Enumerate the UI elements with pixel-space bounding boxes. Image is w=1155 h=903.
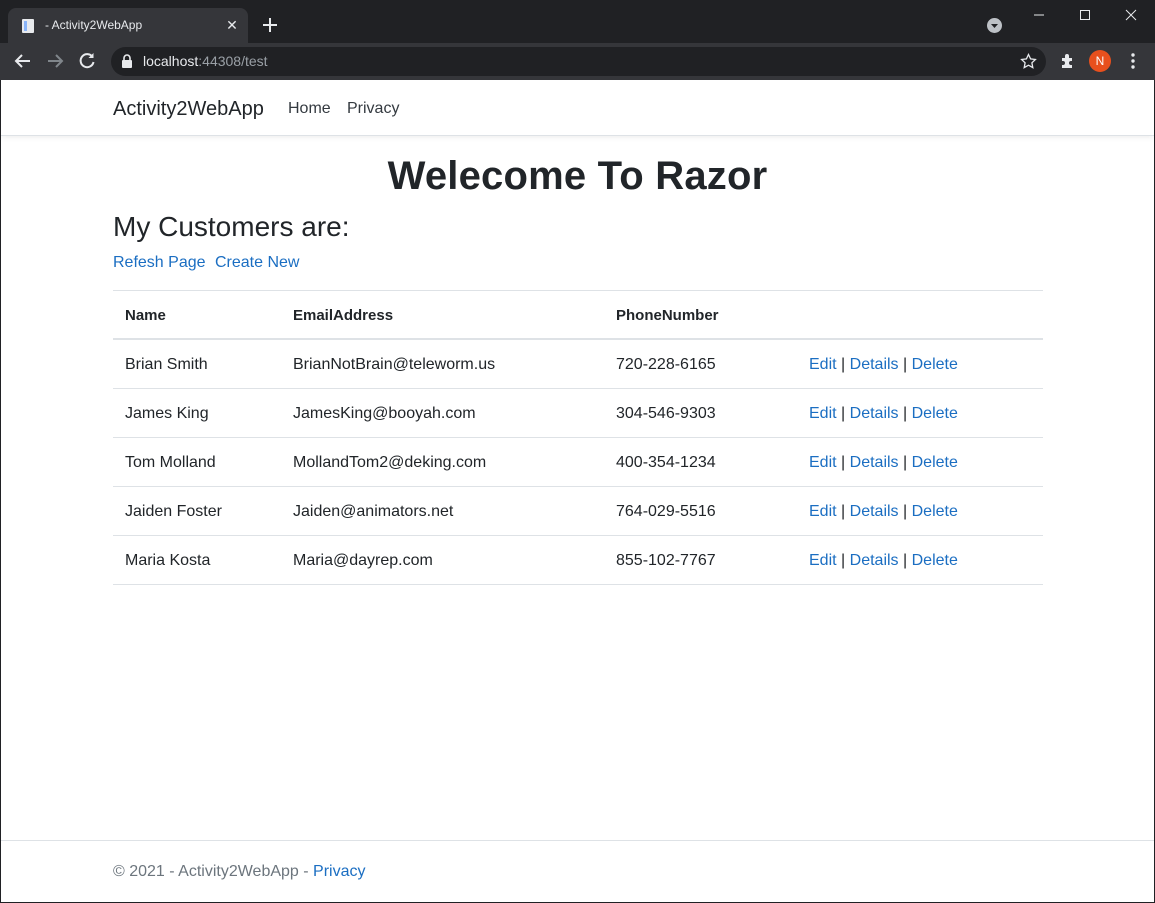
footer: © 2021 - Activity2WebApp - Privacy [1,840,1154,902]
page-viewport: Activity2WebApp Home Privacy Welecome To… [1,80,1154,902]
url-host: localhost [143,53,199,69]
table-header-row: Name EmailAddress PhoneNumber [113,290,1043,340]
cell-name: Jaiden Foster [125,503,222,520]
navbar-brand[interactable]: Activity2WebApp [113,98,264,121]
row-actions: Edit | Details | Delete [809,356,958,374]
lock-icon[interactable] [121,54,133,68]
cell-email: Maria@dayrep.com [293,552,433,569]
page-title: Welecome To Razor [387,154,768,198]
copyright-text: © 2021 - Activity2WebApp - [113,863,314,880]
cell-email: BrianNotBrain@teleworm.us [293,356,496,373]
cell-email: MollandTom2@deking.com [293,454,487,471]
cell-phone: 764-029-5516 [616,503,716,520]
header-name: Name [125,307,166,324]
close-tab-icon[interactable]: ✕ [222,15,242,35]
browser-titlebar: - Activity2WebApp ✕ [0,0,1155,43]
edit-link[interactable]: Edit [809,552,837,569]
edit-link[interactable]: Edit [809,356,837,373]
table-row: Jaiden Foster Jaiden@animators.net 764-0… [113,487,1043,536]
navbar: Activity2WebApp Home Privacy [1,80,1154,136]
cell-phone: 855-102-7767 [616,552,716,569]
tab-search-icon[interactable] [986,17,1003,34]
forward-arrow-icon[interactable] [44,50,66,72]
edit-link[interactable]: Edit [809,454,837,471]
edit-link[interactable]: Edit [809,405,837,422]
page-icon [22,19,34,33]
browser-menu-icon[interactable] [1122,50,1144,72]
details-link[interactable]: Details [850,503,899,520]
separator: | [903,356,908,373]
table-row: Tom Molland MollandTom2@deking.com 400-3… [113,438,1043,487]
separator: | [903,454,908,471]
refresh-page-link[interactable]: Refesh Page [113,254,206,272]
row-actions: Edit | Details | Delete [809,552,958,570]
cell-name: Brian Smith [125,356,208,373]
details-link[interactable]: Details [850,405,899,422]
nav-link-home[interactable]: Home [288,100,331,118]
separator: | [903,552,908,569]
create-new-link[interactable]: Create New [215,254,299,272]
cell-name: James King [125,405,209,422]
section-heading: My Customers are: [113,211,350,242]
footer-text: © 2021 - Activity2WebApp - Privacy [113,863,365,881]
header-phone: PhoneNumber [616,307,719,324]
profile-avatar[interactable]: N [1089,50,1111,72]
browser-tab[interactable]: - Activity2WebApp ✕ [8,8,248,43]
new-tab-icon[interactable] [258,13,282,37]
row-actions: Edit | Details | Delete [809,503,958,521]
table-row: Maria Kosta Maria@dayrep.com 855-102-776… [113,536,1043,585]
delete-link[interactable]: Delete [912,552,958,569]
separator: | [841,454,846,471]
separator: | [841,552,846,569]
customers-table: Name EmailAddress PhoneNumber Brian Smit… [113,290,1043,585]
maximize-icon[interactable] [1062,0,1108,30]
footer-privacy-link[interactable]: Privacy [313,863,365,880]
address-bar[interactable]: localhost:44308/test [111,47,1046,76]
cell-name: Tom Molland [125,454,216,471]
table-row: James King JamesKing@booyah.com 304-546-… [113,389,1043,438]
row-actions: Edit | Details | Delete [809,454,958,472]
separator: | [841,503,846,520]
tab-title: - Activity2WebApp [45,18,143,32]
separator: | [841,405,846,422]
reload-icon[interactable] [76,50,98,72]
back-arrow-icon[interactable] [12,50,34,72]
table-row: Brian Smith BrianNotBrain@teleworm.us 72… [113,340,1043,389]
details-link[interactable]: Details [850,356,899,373]
cell-name: Maria Kosta [125,552,211,569]
separator: | [841,356,846,373]
delete-link[interactable]: Delete [912,356,958,373]
separator: | [903,503,908,520]
browser-toolbar: localhost:44308/test [0,43,1155,80]
delete-link[interactable]: Delete [912,405,958,422]
edit-link[interactable]: Edit [809,503,837,520]
close-window-icon[interactable] [1108,0,1154,30]
cell-email: Jaiden@animators.net [293,503,454,520]
header-email: EmailAddress [293,307,394,324]
delete-link[interactable]: Delete [912,503,958,520]
cell-phone: 720-228-6165 [616,356,716,373]
delete-link[interactable]: Delete [912,454,958,471]
url-path: :44308/test [198,53,268,69]
row-actions: Edit | Details | Delete [809,405,958,423]
cell-phone: 400-354-1234 [616,454,716,471]
minimize-icon[interactable] [1016,0,1062,30]
cell-email: JamesKing@booyah.com [293,405,476,422]
extensions-puzzle-icon[interactable] [1057,50,1079,72]
nav-link-privacy[interactable]: Privacy [347,100,399,118]
separator: | [903,405,908,422]
cell-phone: 304-546-9303 [616,405,716,422]
details-link[interactable]: Details [850,552,899,569]
url-text: localhost:44308/test [143,53,268,69]
bookmark-star-icon[interactable] [1020,53,1037,70]
details-link[interactable]: Details [850,454,899,471]
